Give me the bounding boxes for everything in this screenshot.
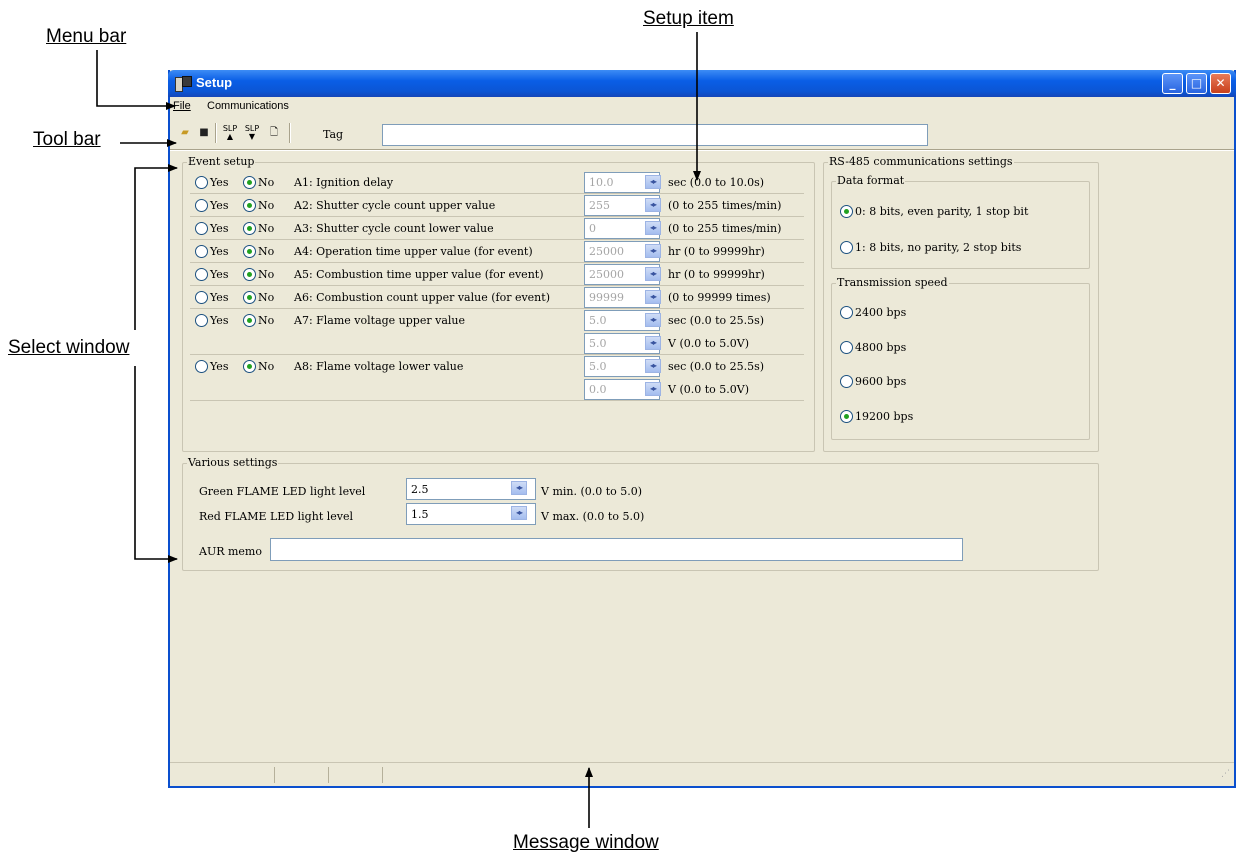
callout-arrows <box>96 32 701 828</box>
arrow-menu-bar <box>96 50 176 110</box>
arrow-select-window-up <box>134 164 178 330</box>
arrow-select-window-down <box>134 366 178 563</box>
